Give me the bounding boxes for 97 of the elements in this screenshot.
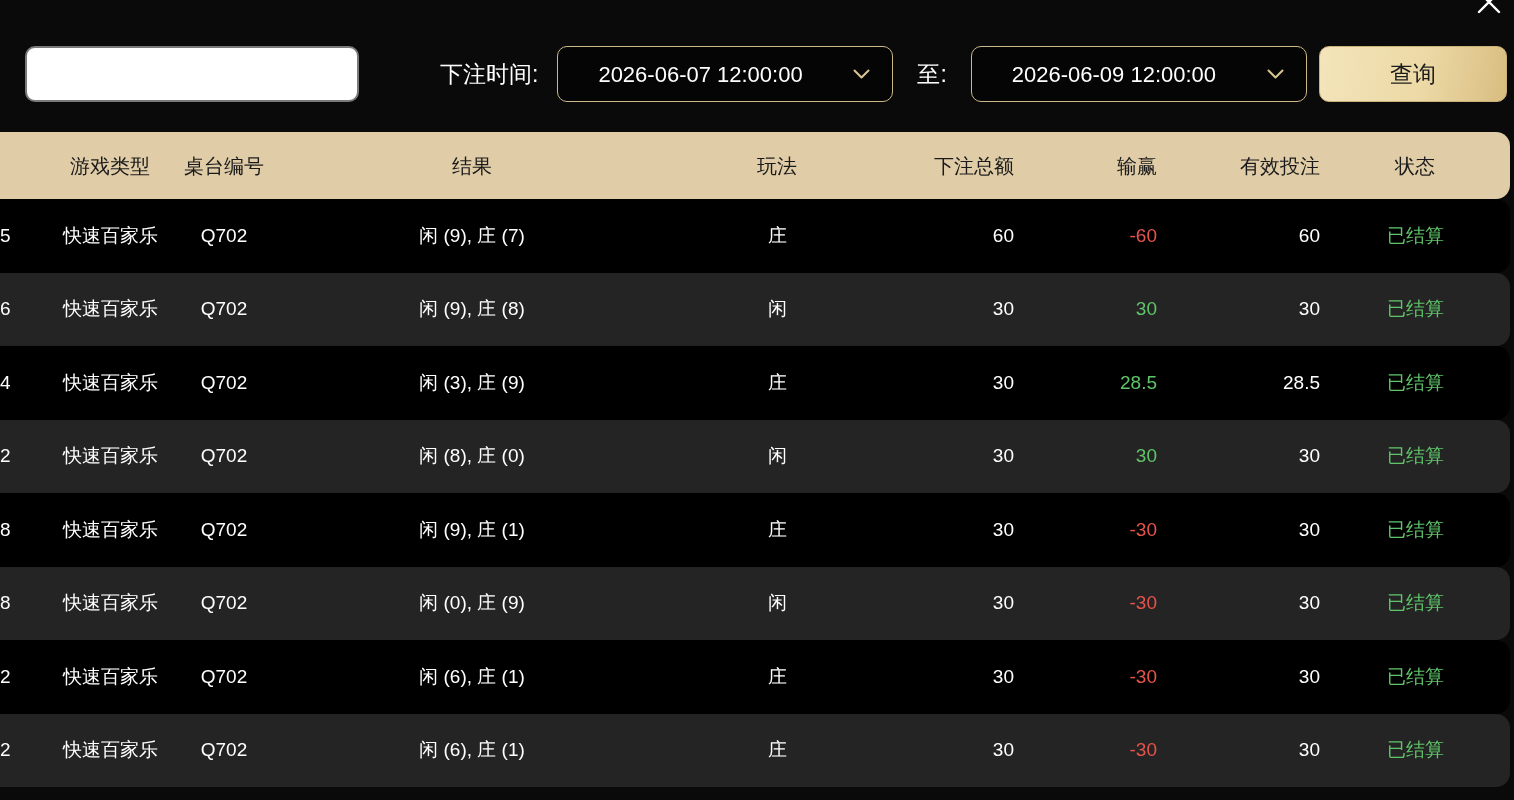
table-cell: 6 (0, 298, 11, 319)
table-row[interactable]: 2 快速百家乐 Q702 闲 (6), 庄 (1) 庄 30 -30 30 已结算 (0, 713, 1510, 787)
column-header: 桌台编号 (184, 154, 264, 177)
table-cell: 闲 (9), 庄 (7) (419, 224, 525, 246)
table-cell: 庄 (767, 371, 787, 393)
table-cell: 30 (992, 298, 1014, 319)
table-cell: 30 (1298, 592, 1320, 613)
status-text: 已结算 (1386, 592, 1444, 613)
table-row[interactable]: 6 快速百家乐 Q702 闲 (9), 庄 (8) 闲 30 30 30 已结算 (0, 272, 1510, 346)
table-cell: 5 (0, 224, 11, 246)
table-row[interactable]: 2 快速百家乐 Q702 闲 (8), 庄 (0) 闲 30 30 30 已结算 (0, 419, 1510, 493)
table-cell: 庄 (767, 665, 787, 687)
table-cell: 2 (0, 665, 11, 687)
table-cell: 闲 (767, 445, 787, 466)
table-cell: 闲 (6), 庄 (1) (419, 739, 525, 760)
table-cell: Q702 (200, 518, 248, 540)
table-cell: 快速百家乐 (62, 298, 158, 319)
table-cell: Q702 (200, 224, 248, 246)
table-cell: 快速百家乐 (62, 592, 158, 613)
table-cell: 28.5 (1120, 371, 1157, 393)
table-cell: 4 (0, 371, 11, 393)
table-cell: 30 (992, 445, 1014, 466)
table-cell: Q702 (200, 739, 248, 760)
table-cell: 快速百家乐 (62, 665, 158, 687)
table-cell: 闲 (3), 庄 (9) (419, 371, 525, 393)
table-cell: 庄 (767, 518, 787, 540)
status-text: 已结算 (1386, 298, 1444, 319)
table-cell: 30 (992, 518, 1014, 540)
table-cell: 闲 (767, 592, 787, 613)
table-cell: -60 (1129, 224, 1157, 246)
table-cell: Q702 (200, 592, 248, 613)
column-header: 状态 (1395, 154, 1435, 177)
table-cell: 30 (992, 371, 1014, 393)
table-cell: 快速百家乐 (62, 739, 158, 760)
table-cell: 30 (992, 739, 1014, 760)
table-cell: 闲 (8), 庄 (0) (419, 445, 525, 466)
table-cell: -30 (1129, 592, 1157, 613)
table-cell: 闲 (6), 庄 (1) (419, 665, 525, 687)
table-cell: 30 (992, 665, 1014, 687)
table-cell: 30 (1298, 518, 1320, 540)
close-icon[interactable] (1476, 0, 1502, 14)
table-cell: 60 (992, 224, 1014, 246)
table-cell: Q702 (200, 445, 248, 466)
table-cell: 30 (1298, 739, 1320, 760)
status-text: 已结算 (1386, 518, 1444, 540)
table-cell: 快速百家乐 (62, 445, 158, 466)
table-row[interactable]: 8 快速百家乐 Q702 闲 (9), 庄 (1) 庄 30 -30 30 已结算 (0, 493, 1510, 567)
table-cell: 30 (1135, 445, 1157, 466)
table-cell: 2 (0, 445, 11, 466)
table-cell: 30 (1298, 298, 1320, 319)
table-cell: 8 (0, 592, 11, 613)
table-row[interactable]: 8 快速百家乐 Q702 闲 (0), 庄 (9) 闲 30 -30 30 已结算 (0, 566, 1510, 640)
table-cell: 闲 (9), 庄 (1) (419, 518, 525, 540)
bet-time-label: 下注时间: (440, 62, 539, 86)
table-cell: 快速百家乐 (62, 371, 158, 393)
table-cell: 28.5 (1283, 371, 1320, 393)
table-cell: Q702 (200, 371, 248, 393)
column-header: 有效投注 (1240, 154, 1320, 177)
column-header: 输赢 (1117, 154, 1157, 177)
table-cell: 60 (1298, 224, 1320, 246)
table-cell: -30 (1129, 665, 1157, 687)
status-text: 已结算 (1386, 739, 1444, 760)
chevron-down-icon (853, 69, 871, 79)
table-cell: 8 (0, 518, 11, 540)
chevron-down-icon (1266, 69, 1284, 79)
column-header: 下注总额 (934, 154, 1014, 177)
status-text: 已结算 (1386, 371, 1444, 393)
table-cell: 30 (1298, 665, 1320, 687)
table-cell: Q702 (200, 298, 248, 319)
table-cell: 2 (0, 739, 11, 760)
table-cell: 庄 (767, 739, 787, 760)
to-label: 至: (917, 62, 947, 86)
table-cell: -30 (1129, 739, 1157, 760)
table-cell: 快速百家乐 (62, 518, 158, 540)
table-cell: 30 (1135, 298, 1157, 319)
table-cell: -30 (1129, 518, 1157, 540)
start-date-select[interactable]: 2026-06-07 12:00:00 (557, 46, 894, 102)
table-cell: 闲 (767, 298, 787, 319)
table-cell: 30 (992, 592, 1014, 613)
column-header: 游戏类型 (70, 154, 150, 177)
status-text: 已结算 (1386, 665, 1444, 687)
column-header: 结果 (452, 154, 492, 177)
table-cell: 闲 (0), 庄 (9) (419, 592, 525, 613)
table-cell: 庄 (767, 224, 787, 246)
input-field[interactable] (25, 46, 359, 102)
query-button[interactable]: 查询 (1318, 46, 1507, 102)
status-text: 已结算 (1386, 445, 1444, 466)
table-cell: 快速百家乐 (62, 224, 158, 246)
column-header: 玩法 (757, 154, 797, 177)
table-cell: 30 (1298, 445, 1320, 466)
table-row[interactable]: 4 快速百家乐 Q702 闲 (3), 庄 (9) 庄 30 28.5 28.5 已结算 (0, 346, 1510, 420)
table-row[interactable]: 5 快速百家乐 Q702 闲 (9), 庄 (7) 庄 60 -60 60 已结算 (0, 199, 1510, 273)
end-date-select[interactable]: 2026-06-09 12:00:00 (970, 46, 1307, 102)
table-cell: 闲 (9), 庄 (8) (419, 298, 525, 319)
table-cell: Q702 (200, 665, 248, 687)
table-row[interactable]: 2 快速百家乐 Q702 闲 (6), 庄 (1) 庄 30 -30 30 已结算 (0, 640, 1510, 714)
status-text: 已结算 (1386, 224, 1444, 246)
